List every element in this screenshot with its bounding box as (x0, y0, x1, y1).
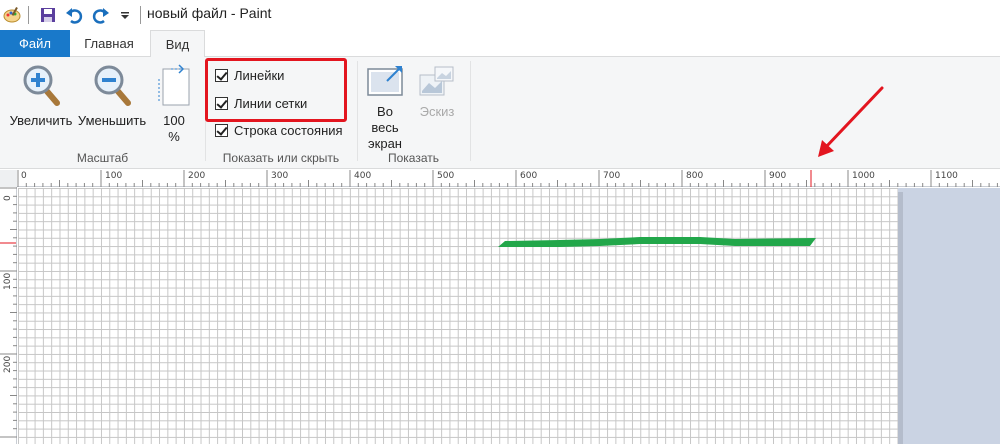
green-brush-stroke (498, 237, 816, 247)
canvas-overlay (0, 86, 884, 247)
annotation-arrow (818, 86, 884, 157)
